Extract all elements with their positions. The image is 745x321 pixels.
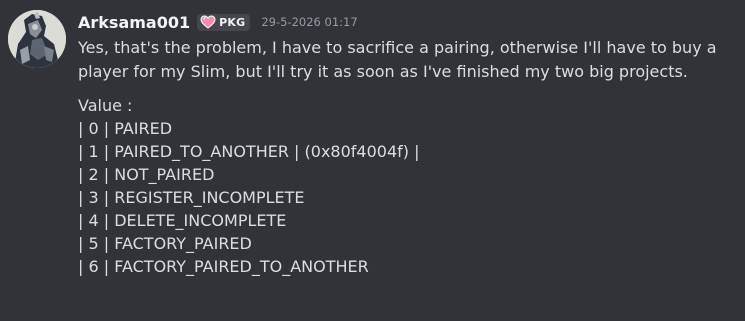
timestamp[interactable]: 29-5-2026 01:17 [261, 15, 357, 29]
value-list: Value : | 0 | PAIRED | 1 | PAIRED_TO_ANO… [78, 94, 738, 278]
value-heading: Value : [78, 96, 133, 115]
server-tag-label: PKG [219, 15, 246, 29]
value-line: | 1 | PAIRED_TO_ANOTHER | (0x80f4004f) | [78, 142, 420, 161]
avatar-image [8, 10, 66, 68]
value-line: | 0 | PAIRED [78, 119, 173, 138]
avatar[interactable] [8, 10, 66, 68]
chat-message: Arksama001 PKG 29-5-2026 01:17 Yes, that… [0, 0, 745, 321]
value-line: | 5 | FACTORY_PAIRED [78, 234, 252, 253]
value-line: | 3 | REGISTER_INCOMPLETE [78, 188, 305, 207]
message-header: Arksama001 PKG 29-5-2026 01:17 [78, 10, 358, 34]
server-tag[interactable]: PKG [197, 13, 251, 31]
message-paragraph: Yes, that's the problem, I have to sacri… [78, 38, 717, 81]
message-content: Yes, that's the problem, I have to sacri… [78, 36, 738, 278]
username[interactable]: Arksama001 [78, 13, 190, 32]
value-line: | 2 | NOT_PAIRED [78, 165, 215, 184]
value-line: | 4 | DELETE_INCOMPLETE [78, 211, 287, 230]
heart-icon [200, 15, 216, 29]
value-line: | 6 | FACTORY_PAIRED_TO_ANOTHER [78, 257, 369, 276]
